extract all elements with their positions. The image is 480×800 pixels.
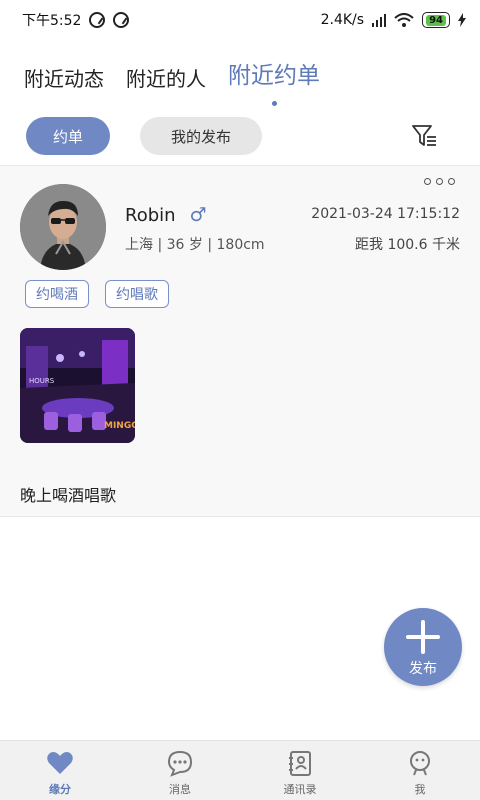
nav-label: 缘分 [49,783,71,796]
nav-item-match[interactable]: 缘分 [0,741,120,800]
tab-nearby-moments[interactable]: 附近动态 [24,63,104,112]
more-dot [424,178,431,185]
heart-icon [47,752,73,774]
publish-button[interactable]: 发布 [384,608,462,686]
tag-drink[interactable]: 约喝酒 [25,280,89,308]
divider [0,516,480,517]
sub-filter-bar: 约单 我的发布 [0,116,480,164]
wifi-icon [394,13,414,27]
more-dot [436,178,443,185]
image-sign-mingo: MINGO [104,421,135,431]
chat-icon [167,750,193,777]
publish-label: 发布 [409,661,437,677]
post-time: 2021-03-24 17:15:12 [311,206,460,222]
filter-icon[interactable] [410,122,438,150]
notification-icon [89,12,106,28]
post-content: 晚上喝酒唱歌 [20,486,117,505]
signal-icon [372,14,387,27]
tab-nearby-people[interactable]: 附近的人 [126,63,206,112]
male-icon: ♂ [189,204,207,226]
more-options-icon[interactable] [424,178,460,190]
nav-item-messages[interactable]: 消息 [120,741,240,800]
tab-active-indicator [272,101,277,106]
notification-icon-2 [113,12,130,28]
charging-icon [458,13,466,27]
battery-icon: 94 [422,12,450,28]
status-right: 2.4K/s 94 [321,12,466,28]
user-avatar[interactable] [20,184,106,270]
nav-label: 消息 [169,783,191,796]
post-card[interactable]: Robin ♂ 上海 | 36 岁 | 180cm 2021-03-24 17:… [0,166,480,516]
nav-item-me[interactable]: 我 [360,741,480,800]
my-posts-pill-button[interactable]: 我的发布 [140,117,262,155]
network-speed: 2.4K/s [320,12,365,28]
tab-label: 附近动态 [24,67,104,91]
top-tabs: 附近动态 附近的人 附近约单 [0,56,480,112]
plus-icon [406,620,440,654]
user-name-row: Robin ♂ [125,204,207,226]
tab-label: 附近约单 [228,63,320,89]
nav-label: 通讯录 [283,783,317,796]
user-name: Robin [125,204,176,226]
status-left: 下午5:52 [22,10,130,30]
tab-label: 附近的人 [126,67,206,91]
image-sign-hours: HOURS [29,377,55,385]
contacts-icon [289,751,311,776]
nav-item-contacts[interactable]: 通讯录 [240,741,360,800]
nav-label: 我 [414,783,426,796]
distance-label: 距我 100.6 千米 [355,237,460,253]
more-dot [448,178,455,185]
tag-sing[interactable]: 约唱歌 [105,280,169,308]
tab-nearby-dates[interactable]: 附近约单 [228,56,320,112]
dates-pill-button[interactable]: 约单 [26,117,110,155]
post-photo[interactable]: HOURS MINGO [20,328,135,443]
user-info: 上海 | 36 岁 | 180cm [125,237,265,253]
battery-level: 94 [426,14,446,26]
status-bar: 下午5:52 2.4K/s 94 [0,0,480,40]
status-time: 下午5:52 [22,13,82,29]
bottom-nav: 缘分 消息 通讯录 我 [0,740,480,800]
profile-icon [410,751,430,776]
